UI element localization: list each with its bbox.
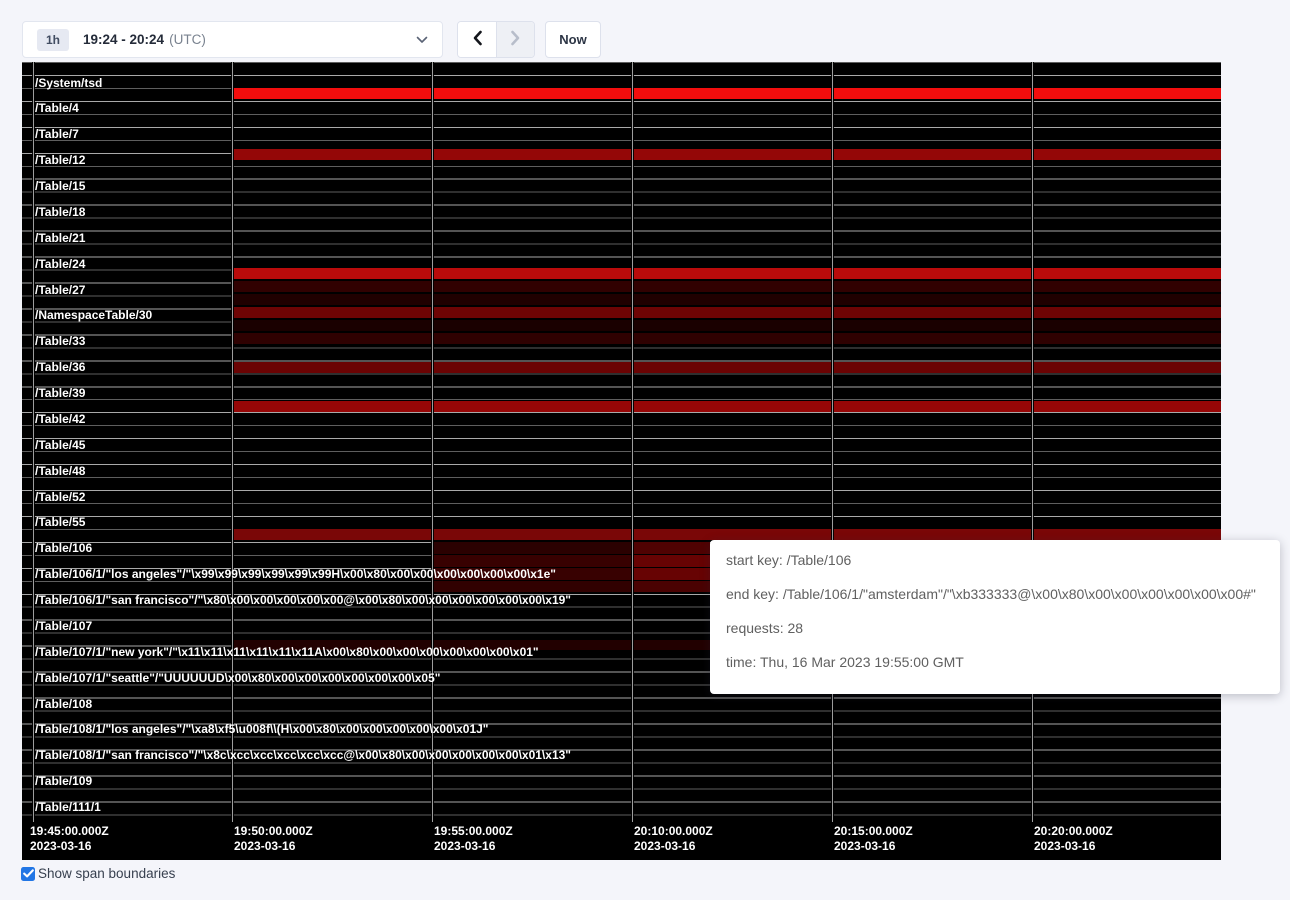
vertical-gridline <box>231 62 234 822</box>
key-visualizer-heatmap[interactable]: /System/tsd/Table/4/Table/7/Table/12/Tab… <box>22 62 1221 860</box>
tooltip-requests: requests: 28 <box>726 618 1264 638</box>
heatmap-footer: Show span boundaries <box>21 866 175 881</box>
heat-bar[interactable] <box>232 529 1221 540</box>
span-boundary-gridlines <box>22 62 1221 822</box>
row-label: /Table/108 <box>35 697 92 712</box>
heat-bar[interactable] <box>632 568 710 580</box>
chevron-left-icon <box>472 30 483 49</box>
row-label: /Table/107 <box>35 619 92 634</box>
heat-bar[interactable] <box>232 88 1221 99</box>
heat-bar[interactable] <box>632 581 710 592</box>
row-label: /Table/7 <box>35 127 79 142</box>
row-label: /Table/52 <box>35 490 85 505</box>
heat-bar[interactable] <box>232 307 1221 318</box>
tooltip-end-key: end key: /Table/106/1/"amsterdam"/"\xb33… <box>726 584 1264 604</box>
time-range-selector[interactable]: 1h 19:24 - 20:24 (UTC) <box>22 21 443 58</box>
row-label: /Table/106/1/"san francisco"/"\x80\x00\x… <box>35 593 571 608</box>
row-label: /Table/27 <box>35 283 85 298</box>
tooltip-start-key: start key: /Table/106 <box>726 550 1264 570</box>
heat-bar[interactable] <box>432 542 632 554</box>
chevron-down-icon <box>416 36 428 44</box>
next-range-button[interactable] <box>496 22 534 57</box>
row-label: /Table/36 <box>35 360 85 375</box>
time-range-text: 19:24 - 20:24 <box>83 32 164 47</box>
now-button[interactable]: Now <box>545 21 601 58</box>
vertical-gridline <box>631 62 634 822</box>
time-window-badge: 1h <box>37 29 69 51</box>
vertical-gridline <box>431 62 434 822</box>
row-label: /Table/106 <box>35 541 92 556</box>
row-label: /Table/39 <box>35 386 85 401</box>
row-label: /Table/12 <box>35 153 85 168</box>
row-label: /System/tsd <box>35 76 102 91</box>
heat-bar[interactable] <box>432 581 632 592</box>
row-label: /NamespaceTable/30 <box>35 308 152 323</box>
heat-bar[interactable] <box>632 542 710 554</box>
vertical-gridline <box>831 62 834 822</box>
heat-bar[interactable] <box>632 555 710 567</box>
row-label: /Table/111/1 <box>35 800 101 815</box>
hover-tooltip: start key: /Table/106 end key: /Table/10… <box>710 540 1280 694</box>
row-label: /Table/45 <box>35 438 85 453</box>
heat-bar[interactable] <box>232 401 1221 412</box>
x-axis-tick: 20:15:00.000Z2023-03-16 <box>834 824 913 854</box>
heat-bar[interactable] <box>232 149 1221 160</box>
x-axis-tick: 20:10:00.000Z2023-03-16 <box>634 824 713 854</box>
row-label: /Table/107/1/"new york"/"\x11\x11\x11\x1… <box>35 645 539 660</box>
row-label: /Table/108/1/"san francisco"/"\x8c\xcc\x… <box>35 748 571 763</box>
time-range-timezone: (UTC) <box>169 32 206 47</box>
x-axis-tick: 19:50:00.000Z2023-03-16 <box>234 824 313 854</box>
row-label: /Table/4 <box>35 101 79 116</box>
vertical-gridline <box>1031 62 1034 822</box>
show-span-boundaries-checkbox[interactable] <box>21 867 35 881</box>
row-label: /Table/108/1/"los angeles"/"\xa8\xf5\u00… <box>35 722 489 737</box>
x-axis-tick: 19:55:00.000Z2023-03-16 <box>434 824 513 854</box>
heat-bar[interactable] <box>432 555 632 567</box>
row-label: /Table/42 <box>35 412 85 427</box>
prev-range-button[interactable] <box>458 22 496 57</box>
row-label: /Table/33 <box>35 334 85 349</box>
row-label: /Table/106/1/"los angeles"/"\x99\x99\x99… <box>35 567 556 582</box>
row-label: /Table/18 <box>35 205 85 220</box>
heat-bar[interactable] <box>232 294 1221 305</box>
row-label: /Table/48 <box>35 464 85 479</box>
x-axis-tick: 19:45:00.000Z2023-03-16 <box>30 824 109 854</box>
tooltip-time: time: Thu, 16 Mar 2023 19:55:00 GMT <box>726 652 1264 672</box>
heat-bar[interactable] <box>232 281 1221 292</box>
row-label: /Table/15 <box>35 179 85 194</box>
heat-bar[interactable] <box>232 268 1221 279</box>
chevron-right-icon <box>510 30 521 49</box>
checkmark-icon <box>23 869 34 878</box>
row-label: /Table/24 <box>35 257 85 272</box>
heat-bar[interactable] <box>232 362 1221 373</box>
heat-bar[interactable] <box>232 320 1221 331</box>
row-label: /Table/109 <box>35 774 92 789</box>
heat-bar[interactable] <box>232 333 1221 344</box>
show-span-boundaries-label: Show span boundaries <box>38 866 175 881</box>
time-toolbar: 1h 19:24 - 20:24 (UTC) Now <box>22 21 601 58</box>
row-label: /Table/55 <box>35 515 85 530</box>
row-label: /Table/107/1/"seattle"/"UUUUUUD\x00\x80\… <box>35 671 440 686</box>
x-axis-tick: 20:20:00.000Z2023-03-16 <box>1034 824 1113 854</box>
row-label: /Table/21 <box>35 231 85 246</box>
range-nav-group <box>457 21 535 58</box>
